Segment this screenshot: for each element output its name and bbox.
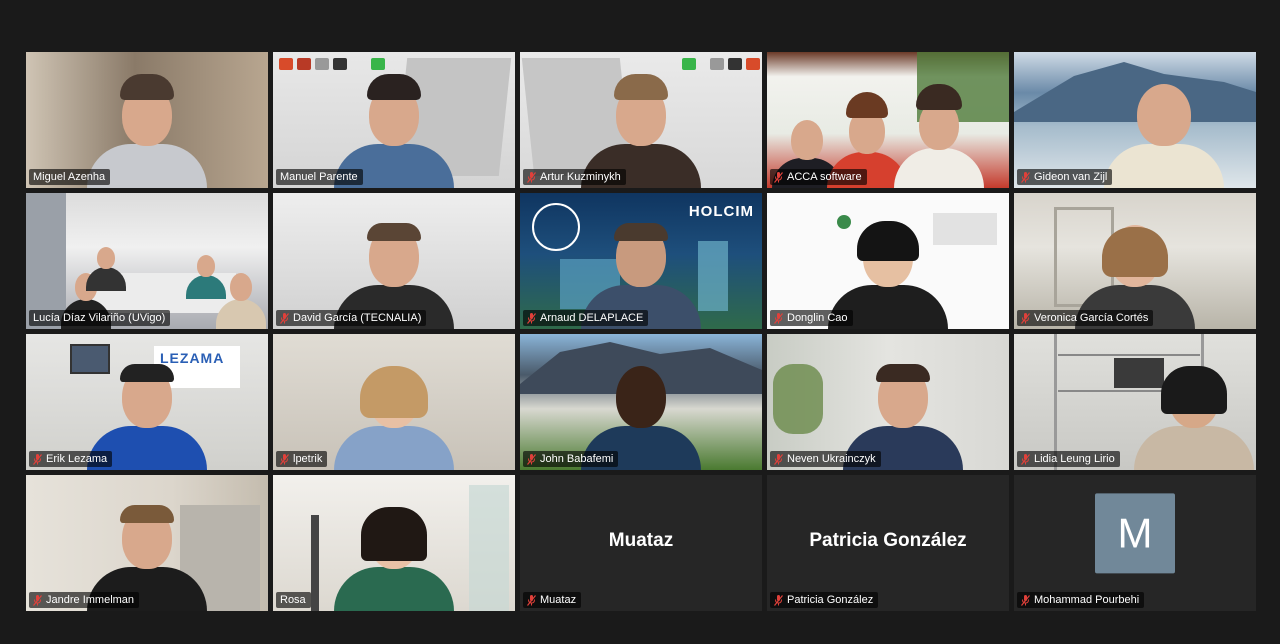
video-tile[interactable]: Artur Kuzminykh [520,52,762,188]
muted-mic-icon [33,453,42,465]
participant-nameplate: Patricia González [770,592,879,608]
muted-mic-icon [774,594,783,606]
video-tile[interactable]: HOLCIM Arnaud DELAPLACE [520,193,762,329]
participant-nameplate: Mohammad Pourbehi [1017,592,1145,608]
skyline [698,241,728,311]
logo-strip [279,58,385,70]
video-tile[interactable]: Muataz Muataz [520,475,762,611]
participant-nameplate: Neven Ukrainczyk [770,451,881,467]
video-tile[interactable]: Lidia Leung Lirio [1014,334,1256,470]
participant-nameplate: Gideon van Zijl [1017,169,1113,185]
participant-name: Neven Ukrainczyk [787,453,876,465]
participant-nameplate: Donglin Cao [770,310,853,326]
participant-name: Gideon van Zijl [1034,171,1108,183]
participant-nameplate: David García (TECNALIA) [276,310,427,326]
net-zero-badge [532,203,580,251]
muted-mic-icon [280,312,289,324]
participant-name: David García (TECNALIA) [293,312,422,324]
muted-mic-icon [1021,453,1030,465]
muted-mic-icon [774,312,783,324]
glass-door [469,485,509,611]
video-tile[interactable]: Neven Ukrainczyk [767,334,1009,470]
video-tile[interactable]: ACCA software [767,52,1009,188]
participant-nameplate: Muataz [523,592,582,608]
participant-name: Arnaud DELAPLACE [540,312,644,324]
video-tile[interactable]: M Mohammad Pourbehi [1014,475,1256,611]
video-tile[interactable]: Miguel Azenha [26,52,268,188]
participant-name: Veronica García Cortés [1034,312,1149,324]
gallery-grid: Miguel Azenha Manuel Parente Artur Kuzmi… [26,52,1256,614]
participant-nameplate: Artur Kuzminykh [523,169,626,185]
video-tile[interactable]: Patricia González Patricia González [767,475,1009,611]
avatar: M [1095,493,1175,574]
participant-name: Erik Lezama [46,453,108,465]
video-tile[interactable]: Rosa [273,475,515,611]
muted-mic-icon [1021,594,1030,606]
muted-mic-icon [1021,171,1030,183]
participant-video [334,352,454,470]
participant-name: ACCA software [787,171,862,183]
muted-mic-icon [527,594,536,606]
participant-video [334,493,454,611]
video-tile[interactable]: John Babafemi [520,334,762,470]
participant-name: Miguel Azenha [33,171,106,183]
participant-name: Jandre Immelman [46,594,135,606]
participant-nameplate: lpetrik [276,451,328,467]
muted-mic-icon [774,171,783,183]
participant-name: Lidia Leung Lirio [1034,453,1115,465]
video-tile[interactable]: Veronica García Cortés [1014,193,1256,329]
participant-name: Muataz [540,594,577,606]
video-tile[interactable]: Lucía Díaz Vilariño (UVigo) [26,193,268,329]
participant-display-name: Patricia González [809,529,967,551]
furniture-frame [311,515,319,611]
muted-mic-icon [774,453,783,465]
participant-nameplate: Lidia Leung Lirio [1017,451,1120,467]
participant-nameplate: Erik Lezama [29,451,113,467]
video-tile[interactable]: lpetrik [273,334,515,470]
participant-nameplate: Jandre Immelman [29,592,140,608]
participant-name: John Babafemi [540,453,614,465]
participant-name: lpetrik [293,453,323,465]
participant-nameplate: Veronica García Cortés [1017,310,1154,326]
plants [773,364,823,434]
participant-display-name: Muataz [608,529,674,551]
participant-video [894,78,984,188]
window-blinds [26,193,66,329]
participant-name: Donglin Cao [787,312,848,324]
participant-video [1134,352,1254,470]
muted-mic-icon [527,171,536,183]
participant-name: Mohammad Pourbehi [1034,594,1140,606]
participant-nameplate: ACCA software [770,169,867,185]
video-tile[interactable]: LEZAMA Erik Lezama [26,334,268,470]
participant-name: Manuel Parente [280,171,358,183]
participant-name: Rosa [280,594,306,606]
video-tile[interactable]: Gideon van Zijl [1014,52,1256,188]
muted-mic-icon [33,594,42,606]
muted-mic-icon [527,312,536,324]
participant-nameplate: Miguel Azenha [29,169,111,185]
muted-mic-icon [527,453,536,465]
muted-mic-icon [1021,312,1030,324]
participant-nameplate: Arnaud DELAPLACE [523,310,649,326]
participant-nameplate: Manuel Parente [276,169,363,185]
participant-name: Lucía Díaz Vilariño (UVigo) [33,312,166,324]
participant-nameplate: Lucía Díaz Vilariño (UVigo) [29,310,171,326]
participant-video [216,239,266,329]
logo-strip [682,58,760,70]
participant-name: Patricia González [787,594,874,606]
muted-mic-icon [280,453,289,465]
participant-name: Artur Kuzminykh [540,171,621,183]
participant-nameplate: John Babafemi [523,451,619,467]
video-tile[interactable]: Donglin Cao [767,193,1009,329]
video-tile[interactable]: David García (TECNALIA) [273,193,515,329]
participant-nameplate: Rosa [276,592,311,608]
video-tile[interactable]: Jandre Immelman [26,475,268,611]
participant-video [86,193,126,291]
participant-video [1104,70,1224,188]
video-tile[interactable]: Manuel Parente [273,52,515,188]
